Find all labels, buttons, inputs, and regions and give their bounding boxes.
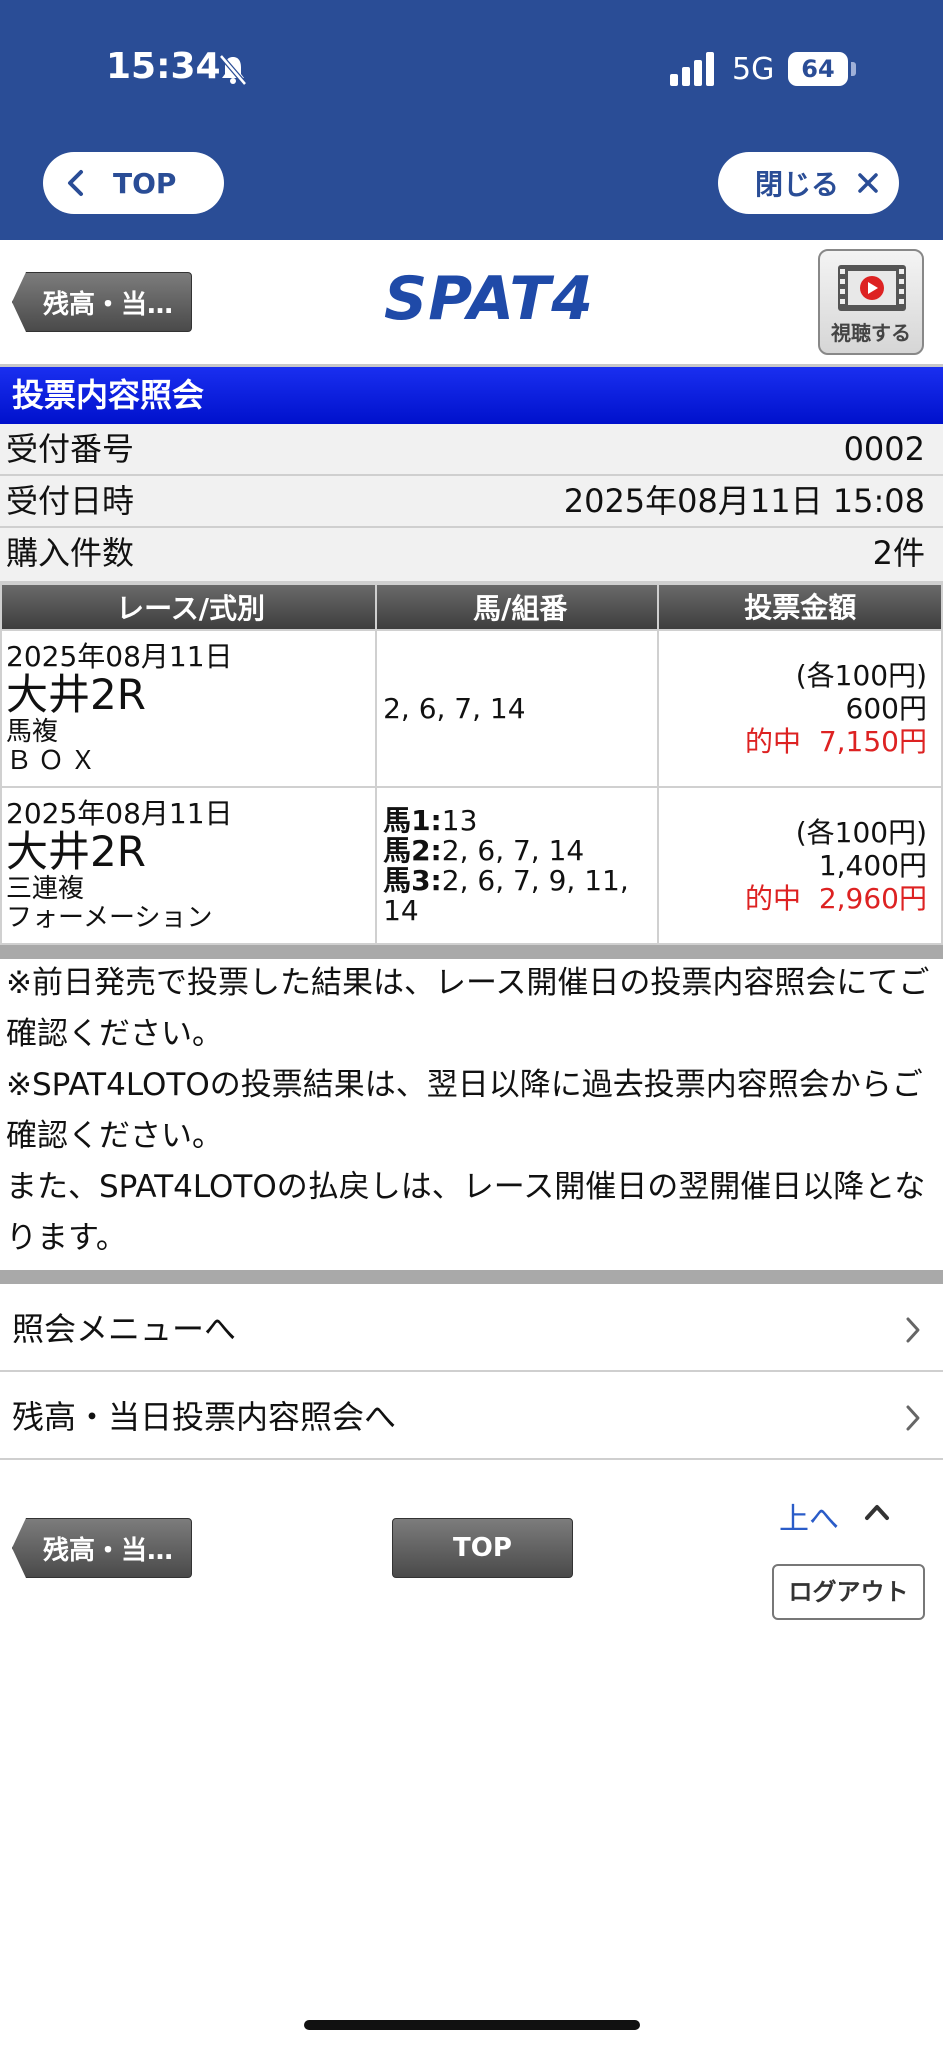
amount-cell: (各100円) 1,400円 的中 2,960円 — [657, 786, 943, 945]
hit-result: 的中 2,960円 — [659, 882, 927, 915]
close-button[interactable]: 閉じる — [718, 152, 899, 214]
logout-button[interactable]: ログアウト — [772, 1564, 925, 1620]
formation-label: 馬3: — [383, 863, 442, 897]
battery-icon: 64 — [788, 52, 848, 86]
info-value: 0002 — [843, 430, 925, 468]
table-row: 2025年08月11日 大井2R 馬複 ＢＯＸ 2, 6, 7, 14 (各10… — [0, 629, 943, 788]
race-date: 2025年08月11日 — [6, 639, 233, 673]
battery-nub — [851, 62, 856, 76]
network-label: 5G — [732, 52, 775, 87]
race-cell: 2025年08月11日 大井2R 馬複 ＢＯＸ — [0, 629, 378, 788]
chevron-right-icon — [906, 1405, 920, 1431]
race-date: 2025年08月11日 — [6, 796, 233, 830]
race-name: 大井2R — [6, 669, 146, 719]
bet-method: フォーメーション — [6, 902, 213, 933]
info-row-receipt-number: 受付番号 0002 — [0, 424, 943, 476]
top-nav-label: TOP — [113, 166, 177, 200]
watch-label: 視聴する — [831, 321, 911, 345]
chevron-left-icon — [68, 170, 83, 196]
formation-line: 馬2:2, 6, 7, 14 — [383, 833, 657, 867]
section-divider — [0, 1270, 943, 1284]
footer-top-button[interactable]: TOP — [392, 1518, 573, 1578]
video-play-icon — [838, 265, 906, 311]
status-time: 15:34 — [106, 46, 221, 87]
info-row-purchase-count: 購入件数 2件 — [0, 528, 943, 583]
bet-amount: 1,400円 — [818, 849, 927, 882]
balance-back-button[interactable]: 残高・当… — [12, 272, 192, 332]
formation-line: 馬1:13 — [383, 803, 657, 837]
info-label: 受付番号 — [6, 430, 135, 468]
formation-line: 馬3:2, 6, 7, 9, 11, 14 — [383, 863, 657, 926]
formation-label: 馬2: — [383, 833, 442, 867]
bets-table: レース/式別 馬/組番 投票金額 2025年08月11日 大井2R 馬複 ＢＯＸ… — [0, 583, 943, 945]
formation-values: 2, 6, 7, 14 — [441, 833, 585, 867]
bell-slash-icon — [219, 54, 247, 86]
numbers-cell: 馬1:13 馬2:2, 6, 7, 14 馬3:2, 6, 7, 9, 11, … — [375, 786, 660, 945]
menu-label: 残高・当日投票内容照会へ — [12, 1398, 397, 1436]
hit-value: 7,150円 — [818, 725, 927, 758]
balance-back-label: 残高・当… — [42, 289, 173, 320]
hit-result: 的中 7,150円 — [659, 725, 927, 758]
info-value: 2件 — [872, 534, 925, 572]
close-icon — [858, 173, 878, 193]
note-text: ※SPAT4LOTOの投票結果は、翌日以降に過去投票内容照会からご確認ください。 — [6, 1067, 923, 1154]
column-header: 投票金額 — [657, 583, 943, 631]
footer-back-label: 残高・当… — [42, 1535, 173, 1566]
race-name: 大井2R — [6, 826, 146, 876]
page: 15:34 5G 64 TOP 閉じる 残高・当… SPAT4 視聴する 投票内… — [0, 0, 943, 2048]
bet-amount: 600円 — [845, 692, 927, 725]
hit-value: 2,960円 — [818, 882, 927, 915]
home-indicator[interactable] — [304, 2020, 640, 2030]
column-header: レース/式別 — [0, 583, 378, 631]
info-value: 2025年08月11日 15:08 — [563, 482, 925, 520]
top-nav-button[interactable]: TOP — [43, 152, 224, 214]
spat4-logo[interactable]: SPAT4 — [384, 264, 594, 334]
race-cell: 2025年08月11日 大井2R 三連複 フォーメーション — [0, 786, 378, 945]
bet-type: 馬複 — [6, 716, 59, 747]
hit-label: 的中 — [745, 882, 802, 915]
browser-top-bar: 15:34 5G 64 TOP 閉じる — [0, 0, 943, 240]
formation-values: 13 — [441, 803, 478, 837]
inquiry-menu-link[interactable]: 照会メニューへ — [0, 1286, 943, 1372]
bet-method: ＢＯＸ — [6, 745, 103, 776]
close-label: 閉じる — [755, 168, 840, 201]
table-header-row: レース/式別 馬/組番 投票金額 — [0, 583, 943, 631]
formation-label: 馬1: — [383, 803, 442, 837]
hit-label: 的中 — [745, 725, 802, 758]
watch-button[interactable]: 視聴する — [818, 249, 924, 355]
info-row-receipt-datetime: 受付日時 2025年08月11日 15:08 — [0, 476, 943, 528]
table-row: 2025年08月11日 大井2R 三連複 フォーメーション 馬1:13 馬2:2… — [0, 786, 943, 945]
chevron-right-icon — [906, 1317, 920, 1343]
amount-cell: (各100円) 600円 的中 7,150円 — [657, 629, 943, 788]
footer-top-label: TOP — [453, 1533, 512, 1563]
chevron-up-icon[interactable] — [864, 1503, 890, 1521]
column-header: 馬/組番 — [375, 583, 660, 631]
section-divider — [0, 945, 943, 959]
note-text: また、SPAT4LOTOの払戻しは、レース開催日の翌開催日以降となります。 — [6, 1169, 926, 1256]
bet-type: 三連複 — [6, 873, 85, 904]
info-label: 購入件数 — [6, 534, 135, 572]
scroll-top-link[interactable]: 上へ — [779, 1494, 839, 1538]
menu-label: 照会メニューへ — [12, 1310, 237, 1348]
signal-icon — [670, 52, 714, 86]
balance-inquiry-link[interactable]: 残高・当日投票内容照会へ — [0, 1374, 943, 1460]
footer-balance-back-button[interactable]: 残高・当… — [12, 1518, 192, 1578]
notes-section: ※前日発売で投票した結果は、レース開催日の投票内容照会にてご確認ください。 ※S… — [0, 958, 943, 1264]
note-text: ※前日発売で投票した結果は、レース開催日の投票内容照会にてご確認ください。 — [6, 965, 930, 1052]
page-title: 投票内容照会 — [0, 367, 943, 424]
unit-price: (各100円) — [795, 659, 927, 692]
info-label: 受付日時 — [6, 482, 135, 520]
numbers-cell: 2, 6, 7, 14 — [375, 629, 660, 788]
unit-price: (各100円) — [795, 816, 927, 849]
